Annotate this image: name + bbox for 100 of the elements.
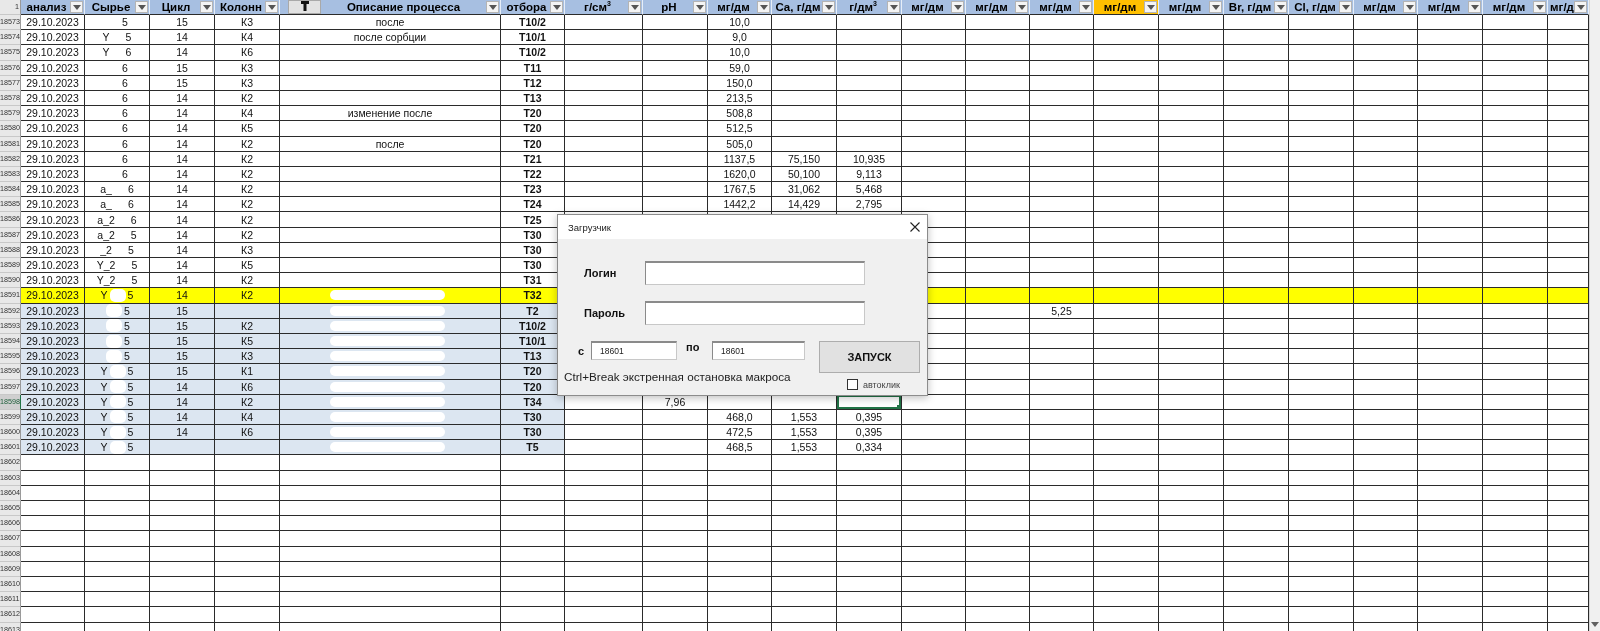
checkbox-label[interactable]: автоклик	[863, 379, 900, 390]
filter-button[interactable]	[757, 1, 770, 13]
table-cell: 29.10.2023	[21, 440, 85, 456]
cell-text: 5	[127, 409, 134, 424]
column-header-label: мг/дм	[910, 0, 945, 14]
table-cell: 29.10.2023	[21, 15, 85, 31]
column-header-label: мг/дм	[1362, 0, 1397, 14]
cell-text: a_2	[97, 227, 115, 242]
table-cell: К2	[215, 212, 280, 228]
filter-button[interactable]	[265, 1, 278, 13]
redaction-mark	[109, 380, 126, 394]
filter-button[interactable]	[1274, 1, 1287, 13]
table-cell: 14	[150, 45, 215, 61]
password-field[interactable]	[645, 301, 865, 325]
filter-button[interactable]	[135, 1, 148, 13]
cell-text: Y	[100, 288, 108, 303]
filter-button[interactable]	[1079, 1, 1092, 13]
table-cell: Т10/2	[501, 45, 565, 61]
column-header-label: Сырье	[90, 0, 132, 14]
field-label: Логин	[584, 267, 618, 279]
table-cell: 1442,2	[708, 197, 772, 213]
filter-button[interactable]	[70, 1, 83, 13]
cell-text: Y	[100, 409, 108, 424]
redaction-mark	[109, 364, 126, 378]
table-cell: 0,334	[837, 440, 902, 456]
table-cell: после	[280, 15, 501, 31]
caret-icon	[630, 4, 639, 10]
filter-button[interactable]	[951, 1, 964, 13]
caret-icon	[889, 4, 898, 10]
table-cell: К3	[215, 15, 280, 31]
table-cell: 29.10.2023	[21, 182, 85, 198]
filter-button[interactable]	[486, 1, 499, 13]
redaction-mark	[109, 410, 126, 424]
cell-text: 5	[122, 15, 128, 30]
run-button[interactable]: ЗАПУСК	[819, 341, 920, 373]
cell-text: Y	[102, 30, 110, 45]
filter-button[interactable]	[822, 1, 835, 13]
table-cell: 29.10.2023	[21, 288, 85, 304]
table-cell: К2	[215, 182, 280, 198]
close-button[interactable]	[910, 221, 921, 233]
vertical-scrollbar[interactable]	[1589, 0, 1600, 631]
table-cell: изменение после	[280, 106, 501, 122]
table-cell: 15	[150, 349, 215, 365]
table-cell: 9,0	[708, 30, 772, 46]
table-cell: 14	[150, 212, 215, 228]
table-cell: 14,429	[772, 197, 837, 213]
cell-text: 5	[127, 440, 134, 455]
table-cell: 2,795	[837, 197, 902, 213]
table-cell: К1	[215, 364, 280, 380]
filter-button[interactable]	[887, 1, 900, 13]
redaction-mark	[106, 304, 123, 318]
cell-text: a_	[100, 197, 112, 212]
column-header-label: мг/дм	[716, 0, 751, 14]
cell-text: 6	[127, 182, 134, 197]
sort-button[interactable]	[288, 0, 321, 14]
input-field[interactable]: 18601	[712, 341, 805, 360]
filter-button[interactable]	[1468, 1, 1481, 13]
filter-button[interactable]	[1403, 1, 1416, 13]
caret-icon	[759, 4, 768, 10]
caret-icon	[1405, 4, 1414, 10]
redaction-mark	[109, 395, 126, 409]
filter-button[interactable]	[693, 1, 706, 13]
filter-button[interactable]	[1574, 1, 1587, 13]
caret-icon	[695, 4, 704, 10]
table-cell: Т30	[501, 425, 565, 441]
filter-button[interactable]	[550, 1, 563, 13]
filter-button[interactable]	[200, 1, 213, 13]
cell-text: 6	[122, 136, 128, 151]
table-cell: 14	[150, 106, 215, 122]
input-field[interactable]: 18601	[591, 341, 677, 360]
column-header-label: Br, г/дм	[1227, 0, 1273, 14]
cell-text: 6	[122, 60, 128, 75]
hint-text: Ctrl+Break экстренная остановка макроса	[564, 369, 792, 385]
table-cell: 29.10.2023	[21, 106, 85, 122]
column-header-label: Цикл	[160, 0, 192, 14]
redaction-mark	[106, 334, 123, 348]
cell-text: 6	[122, 166, 128, 181]
filter-button[interactable]	[628, 1, 641, 13]
column-header-label: г/см$^{3}$	[583, 0, 612, 14]
filter-button[interactable]	[1015, 1, 1028, 13]
cell-text: Y_2	[96, 258, 116, 273]
filter-button[interactable]	[1209, 1, 1222, 13]
field-label: Пароль	[584, 307, 626, 319]
table-cell: 14	[150, 273, 215, 289]
filter-button[interactable]	[1144, 1, 1157, 13]
caret-icon[interactable]	[1591, 622, 1599, 627]
caret-icon	[1341, 4, 1350, 10]
table-cell: 512,5	[708, 121, 772, 137]
cell-text: a_	[100, 182, 112, 197]
cell-text: _2	[100, 242, 112, 257]
checkbox[interactable]	[847, 379, 858, 390]
redaction-mark	[109, 425, 126, 439]
login-field[interactable]	[645, 261, 865, 285]
cell-text: a_2	[97, 212, 115, 227]
caret-icon	[72, 4, 81, 10]
cell-text: 6	[127, 197, 134, 212]
cell-text: 5	[131, 258, 138, 273]
cell-text: 5	[124, 318, 130, 333]
filter-button[interactable]	[1533, 1, 1546, 13]
filter-button[interactable]	[1339, 1, 1352, 13]
